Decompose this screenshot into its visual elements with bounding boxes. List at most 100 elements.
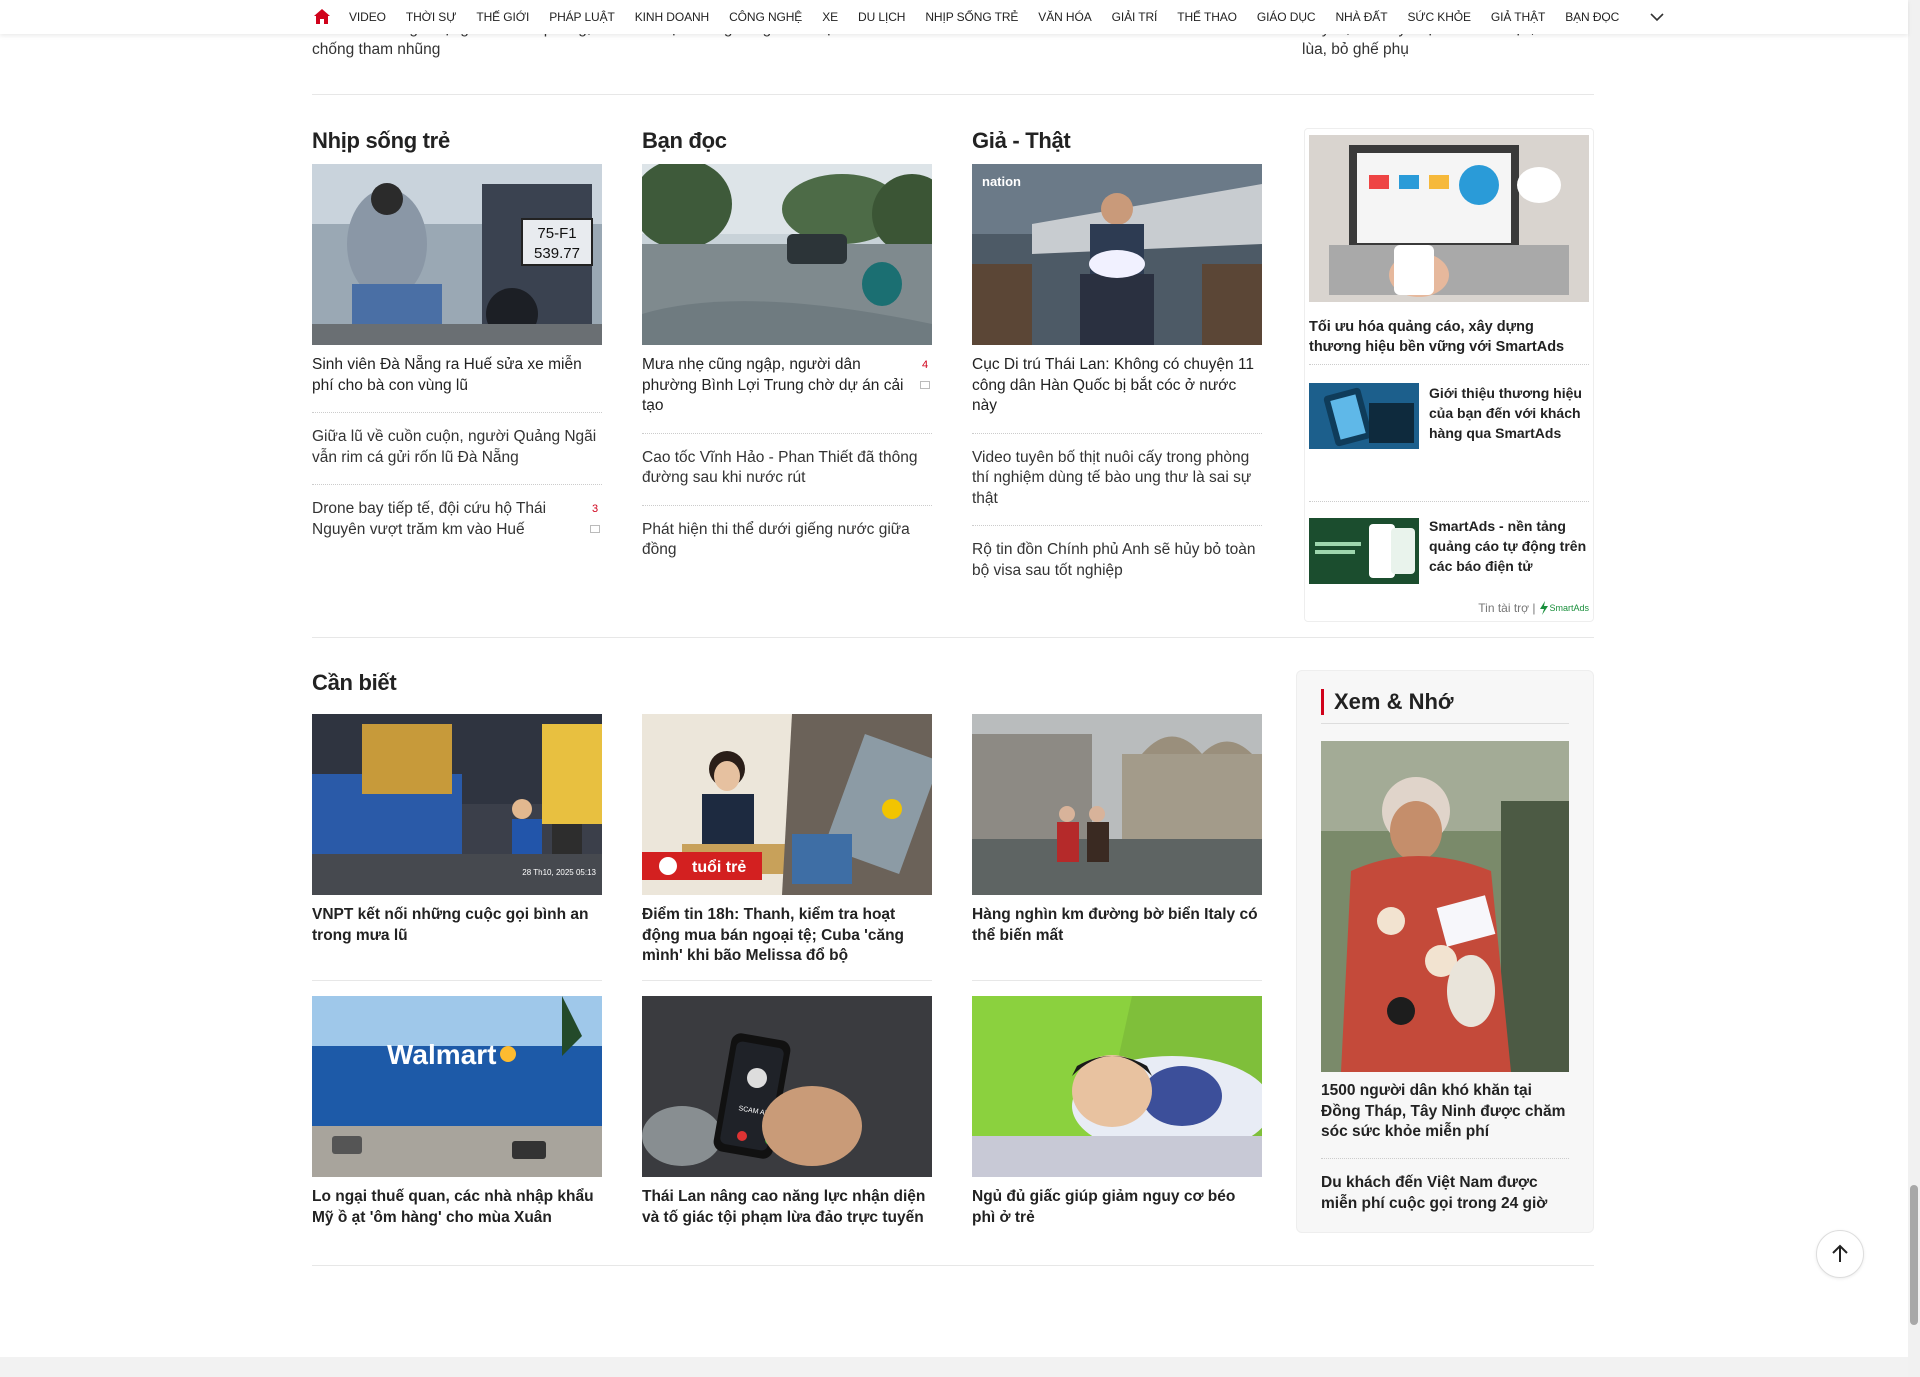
comment-icon: [920, 380, 930, 389]
section-title-nhip-song-tre[interactable]: Nhịp sống trẻ: [312, 128, 450, 154]
nav-item-nhip-song-tre[interactable]: NHỊP SỐNG TRẺ: [925, 10, 1018, 24]
sponsored-item[interactable]: SmartAds - nền tảng quảng cáo tự động tr…: [1309, 501, 1589, 584]
xem-nho-divider: [1321, 723, 1569, 724]
sponsored-thumbnail[interactable]: [1309, 383, 1419, 449]
news-card[interactable]: Hàng nghìn km đường bờ biển Italy có thể…: [972, 714, 1262, 946]
list-item-title[interactable]: Rộ tin đồn Chính phủ Anh sẽ hủy bỏ toàn …: [972, 541, 1256, 579]
plate-text-line2: 539.77: [534, 245, 580, 262]
section-ban-doc: Mưa nhẹ cũng ngập, người dân phường Bình…: [642, 164, 932, 561]
list-item-title[interactable]: Giữa lũ về cuồn cuộn, người Quảng Ngãi v…: [312, 428, 596, 466]
xem-nho-image[interactable]: [1321, 741, 1569, 1072]
nav-item-giai-tri[interactable]: GIẢI TRÍ: [1112, 10, 1158, 24]
article-thumbnail[interactable]: tuổi trẻ: [642, 714, 932, 895]
section-divider: [312, 637, 1594, 638]
comment-count[interactable]: 3: [588, 499, 602, 533]
card-title[interactable]: Ngủ đủ giấc giúp giảm nguy cơ béo phì ở …: [972, 1187, 1262, 1228]
image-brand-text: tuổi trẻ: [692, 858, 746, 876]
image-sign-text: Walmart: [387, 1039, 496, 1070]
sponsored-item[interactable]: Giới thiệu thương hiệu của bạn đến với k…: [1309, 364, 1589, 474]
chevron-down-icon[interactable]: [1649, 9, 1665, 25]
list-item-title[interactable]: Phát hiện thi thể dưới giếng nước giữa đ…: [642, 521, 910, 559]
list-item[interactable]: Phát hiện thi thể dưới giếng nước giữa đ…: [642, 504, 932, 561]
plate-text-line1: 75-F1: [537, 225, 576, 242]
sponsored-box: Tối ưu hóa quảng cáo, xây dựng thương hi…: [1304, 128, 1594, 622]
list-item-title[interactable]: Cao tốc Vĩnh Hảo - Phan Thiết đã thông đ…: [642, 449, 917, 487]
nav-item-nha-dat[interactable]: NHÀ ĐẤT: [1335, 10, 1387, 24]
news-card[interactable]: Walmart Lo ngại thuế quan, các nhà nhập …: [312, 996, 602, 1228]
home-icon[interactable]: [312, 7, 332, 27]
nav-item-du-lich[interactable]: DU LỊCH: [858, 10, 905, 24]
sponsored-thumbnail[interactable]: [1309, 518, 1419, 584]
card-title[interactable]: VNPT kết nối những cuộc gọi bình an tron…: [312, 905, 602, 946]
list-item[interactable]: Drone bay tiếp tế, đội cứu hộ Thái Nguyê…: [312, 484, 602, 540]
sponsored-image[interactable]: [1309, 135, 1589, 302]
lead-article-title[interactable]: Cục Di trú Thái Lan: Không có chuyện 11 …: [972, 355, 1262, 417]
list-item-title[interactable]: Drone bay tiếp tế, đội cứu hộ Thái Nguyê…: [312, 500, 546, 538]
article-thumbnail[interactable]: [972, 996, 1262, 1177]
nav-item-suc-khoe[interactable]: SỨC KHỎE: [1407, 10, 1471, 24]
article-thumbnail[interactable]: Walmart: [312, 996, 602, 1177]
comment-icon: [590, 524, 600, 533]
footer-strip: [0, 1357, 1908, 1377]
section-title-can-biet[interactable]: Cần biết: [312, 670, 397, 696]
article-thumbnail[interactable]: 75-F1 539.77: [312, 164, 602, 345]
sponsored-footer: Tin tài trợ | SmartAds: [1478, 601, 1589, 615]
section-nhip-song-tre: 75-F1 539.77 Sinh viên Đà Nẵng ra Huế sử…: [312, 164, 602, 540]
sponsored-item-title[interactable]: SmartAds - nền tảng quảng cáo tự động tr…: [1429, 516, 1589, 576]
smartads-logo[interactable]: SmartAds: [1539, 601, 1589, 615]
card-title[interactable]: Hàng nghìn km đường bờ biển Italy có thể…: [972, 905, 1262, 946]
nav-item-gia-that[interactable]: GIẢ THẬT: [1491, 10, 1545, 24]
article-thumbnail[interactable]: SCAM ALERT: [642, 996, 932, 1177]
lead-article-text[interactable]: Mưa nhẹ cũng ngập, người dân phường Bình…: [642, 356, 904, 414]
nav-item-the-gioi[interactable]: THẾ GIỚI: [476, 10, 529, 24]
news-card[interactable]: tuổi trẻ Điểm tin 18h: Thanh, kiểm tra h…: [642, 714, 932, 967]
list-item-title[interactable]: Video tuyên bố thịt nuôi cấy trong phòng…: [972, 449, 1251, 507]
nav-item-cong-nghe[interactable]: CÔNG NGHỆ: [729, 10, 802, 24]
nav-item-van-hoa[interactable]: VĂN HÓA: [1038, 10, 1091, 24]
article-thumbnail[interactable]: [642, 164, 932, 345]
scrollbar[interactable]: [1908, 0, 1920, 1377]
nav-item-video[interactable]: VIDEO: [349, 10, 386, 24]
sponsored-item-title[interactable]: Giới thiệu thương hiệu của bạn đến với k…: [1429, 383, 1589, 443]
comment-count[interactable]: 4: [918, 355, 932, 389]
back-to-top-button[interactable]: [1816, 1230, 1864, 1278]
list-item[interactable]: Video tuyên bố thịt nuôi cấy trong phòng…: [972, 432, 1262, 510]
list-item[interactable]: Giữa lũ về cuồn cuộn, người Quảng Ngãi v…: [312, 412, 602, 468]
section-title-gia-that[interactable]: Giả - Thật: [972, 128, 1071, 154]
nav-item-the-thao[interactable]: THỂ THAO: [1177, 10, 1237, 24]
comment-count-value: 4: [921, 359, 929, 371]
section-gia-that: nation Cục Di trú Thái Lan: Không có chu…: [972, 164, 1262, 581]
image-timestamp: 28 Th10, 2025 05:13: [522, 868, 596, 877]
card-divider: [312, 980, 602, 981]
list-item[interactable]: Cao tốc Vĩnh Hảo - Phan Thiết đã thông đ…: [642, 432, 932, 489]
nav-item-ban-doc[interactable]: BẠN ĐỌC: [1565, 10, 1619, 24]
lead-article-title[interactable]: Sinh viên Đà Nẵng ra Huế sửa xe miễn phí…: [312, 355, 602, 396]
image-logo-text: nation: [982, 174, 1021, 189]
nav-item-kinh-doanh[interactable]: KINH DOANH: [635, 10, 709, 24]
sponsored-title[interactable]: Tối ưu hóa quảng cáo, xây dựng thương hi…: [1309, 317, 1589, 357]
card-title[interactable]: Điểm tin 18h: Thanh, kiểm tra hoạt động …: [642, 905, 932, 967]
nav-item-giao-duc[interactable]: GIÁO DỤC: [1257, 10, 1316, 24]
nav-item-thoi-su[interactable]: THỜI SỰ: [406, 10, 457, 24]
list-item[interactable]: Rộ tin đồn Chính phủ Anh sẽ hủy bỏ toàn …: [972, 525, 1262, 581]
nav-item-xe[interactable]: XE: [822, 10, 838, 24]
article-thumbnail[interactable]: [972, 714, 1262, 895]
scrollbar-thumb[interactable]: [1910, 1185, 1918, 1325]
xem-nho-title[interactable]: Xem & Nhớ: [1321, 689, 1454, 715]
nav-item-phap-luat[interactable]: PHÁP LUẬT: [549, 10, 615, 24]
article-thumbnail[interactable]: nation: [972, 164, 1262, 345]
section-title-ban-doc[interactable]: Bạn đọc: [642, 128, 727, 154]
nav-bar: VIDEO THỜI SỰ THẾ GIỚI PHÁP LUẬT KINH DO…: [312, 0, 1665, 34]
card-title[interactable]: Thái Lan nâng cao năng lực nhận diện và …: [642, 1187, 932, 1228]
news-card[interactable]: 28 Th10, 2025 05:13 VNPT kết nối những c…: [312, 714, 602, 946]
card-title[interactable]: Lo ngại thuế quan, các nhà nhập khẩu Mỹ …: [312, 1187, 602, 1228]
sponsored-label: Tin tài trợ |: [1478, 601, 1536, 615]
news-card[interactable]: Ngủ đủ giấc giúp giảm nguy cơ béo phì ở …: [972, 996, 1262, 1228]
xem-nho-item-title[interactable]: Du khách đến Việt Nam được miễn phí cuộc…: [1321, 1158, 1569, 1214]
card-divider: [642, 980, 932, 981]
xem-nho-item-title[interactable]: 1500 người dân khó khăn tại Đồng Tháp, T…: [1321, 1081, 1569, 1143]
lead-article-title[interactable]: Mưa nhẹ cũng ngập, người dân phường Bình…: [642, 355, 932, 417]
article-thumbnail[interactable]: 28 Th10, 2025 05:13: [312, 714, 602, 895]
news-card[interactable]: SCAM ALERT Thái Lan nâng cao năng lực nh…: [642, 996, 932, 1228]
section-divider: [312, 1265, 1594, 1266]
